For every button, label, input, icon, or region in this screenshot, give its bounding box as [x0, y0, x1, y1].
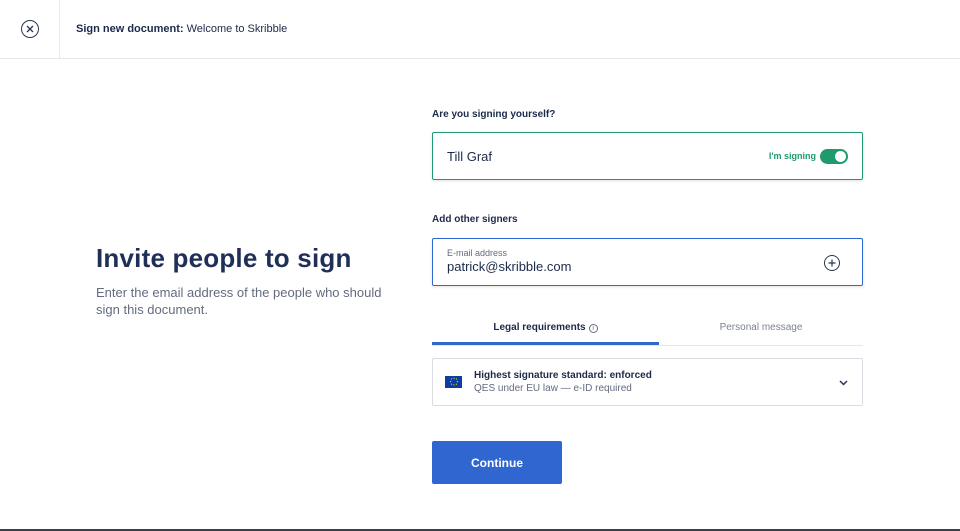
intro-section: Invite people to sign Enter the email ad…	[96, 243, 396, 318]
signature-standard-subtitle: QES under EU law — e-ID required	[474, 383, 632, 394]
close-icon[interactable]	[20, 20, 39, 38]
chevron-down-icon	[839, 373, 848, 391]
other-signers-label: Add other signers	[432, 214, 518, 225]
email-field-label: E-mail address	[447, 248, 508, 258]
tab-personal-message-label: Personal message	[719, 322, 803, 333]
document-title-name: Welcome to Skribble	[186, 23, 288, 35]
document-title: Sign new document: Welcome to Skribble	[76, 23, 287, 35]
self-signer-field[interactable]: Till Graf I'm signing	[432, 132, 863, 180]
im-signing-toggle[interactable]	[820, 148, 848, 164]
email-field[interactable]: E-mail address	[432, 238, 863, 286]
continue-button[interactable]: Continue	[432, 441, 562, 484]
page-description: Enter the email address of the people wh…	[96, 285, 382, 317]
info-icon[interactable]: i	[588, 324, 598, 333]
tab-legal-requirements[interactable]: Legal requirements i	[432, 316, 659, 345]
toggle-knob	[835, 150, 846, 162]
page-title: Invite people to sign	[96, 243, 352, 273]
signature-standard-title: Highest signature standard: enforced	[474, 370, 652, 381]
email-input[interactable]	[447, 259, 807, 274]
close-cell	[0, 0, 60, 59]
requirements-tabs: Legal requirements i Personal message	[432, 316, 863, 346]
self-signer-name: Till Graf	[447, 148, 493, 164]
im-signing-label: I'm signing	[768, 151, 816, 161]
tab-personal-message[interactable]: Personal message	[659, 316, 863, 345]
self-signing-label: Are you signing yourself?	[432, 109, 556, 120]
add-signer-icon[interactable]	[824, 255, 840, 271]
signature-standard-dropdown[interactable]: Highest signature standard: enforced QES…	[432, 358, 863, 406]
top-bar: Sign new document: Welcome to Skribble	[0, 0, 960, 59]
tab-legal-requirements-label: Legal requirements	[493, 322, 586, 333]
document-title-prefix: Sign new document:	[76, 23, 184, 35]
eu-flag-icon	[445, 376, 462, 388]
signature-standard-text: Highest signature standard: enforced QES…	[474, 370, 839, 394]
